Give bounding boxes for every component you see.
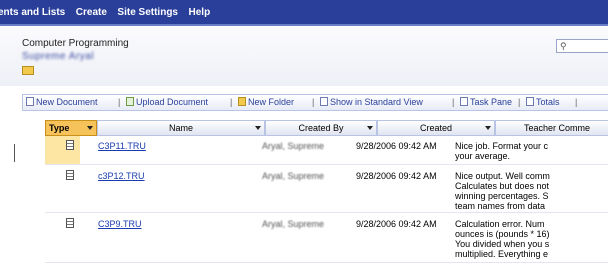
chevron-down-icon[interactable] xyxy=(485,126,491,130)
task-pane-icon xyxy=(460,97,468,106)
top-navigation-bar: ents and Lists Create Site Settings Help xyxy=(0,0,608,26)
created-date: 9/28/2006 09:42 AM xyxy=(356,171,437,181)
grid-view-icon xyxy=(320,97,328,106)
task-pane-label: Task Pane xyxy=(470,97,513,107)
toolbar-separator: | xyxy=(312,97,315,107)
chevron-down-icon[interactable] xyxy=(367,126,373,130)
created-by: Aryal, Supreme xyxy=(262,219,325,229)
teacher-comment: Nice output. Well comm Calculates but do… xyxy=(455,171,550,211)
standard-view-button[interactable]: Show in Standard View xyxy=(320,97,423,107)
totals-button[interactable]: Totals xyxy=(526,97,560,107)
new-document-label: New Document xyxy=(36,97,98,107)
nav-help[interactable]: Help xyxy=(189,7,211,18)
created-date: 9/28/2006 09:42 AM xyxy=(356,141,437,151)
created-by: Aryal, Supreme xyxy=(262,171,325,181)
site-header: Computer Programming Supreme Aryal ⚲ xyxy=(0,26,608,86)
nav-site-settings[interactable]: Site Settings xyxy=(117,7,178,18)
created-by: Aryal, Supreme xyxy=(262,141,325,151)
nav-documents-and-lists[interactable]: ents and Lists xyxy=(0,7,65,18)
new-folder-button[interactable]: New Folder xyxy=(238,97,294,107)
standard-view-label: Show in Standard View xyxy=(330,97,423,107)
upload-document-button[interactable]: Upload Document xyxy=(126,97,208,107)
search-input[interactable]: ⚲ xyxy=(556,39,608,53)
task-pane-button[interactable]: Task Pane xyxy=(460,97,512,107)
new-folder-label: New Folder xyxy=(248,97,295,107)
type-cell xyxy=(45,166,80,212)
user-name: Supreme Aryal xyxy=(22,51,95,62)
table-row[interactable]: C3P11.TRU Aryal, Supreme 9/28/2006 09:42… xyxy=(45,136,608,165)
column-header-created-by[interactable]: Created By xyxy=(265,120,377,136)
teacher-comment: Nice job. Format your c your average. xyxy=(455,141,549,161)
chevron-down-icon[interactable] xyxy=(255,126,261,130)
toolbar-separator: | xyxy=(518,97,521,107)
created-date: 9/28/2006 09:42 AM xyxy=(356,219,437,229)
file-name-link[interactable]: c3P12.TRU xyxy=(98,171,145,181)
file-name-link[interactable]: C3P11.TRU xyxy=(98,141,146,151)
left-divider xyxy=(14,144,15,162)
new-folder-icon xyxy=(238,97,246,106)
type-cell xyxy=(45,214,80,262)
upload-document-label: Upload Document xyxy=(136,97,209,107)
table-row[interactable]: C3P9.TRU Aryal, Supreme 9/28/2006 09:42 … xyxy=(45,214,608,263)
file-name-link[interactable]: C3P9.TRU xyxy=(98,219,142,229)
totals-icon xyxy=(526,97,534,106)
teacher-comment: Calculation error. Num ounces is (pounds… xyxy=(455,219,550,259)
nav-create[interactable]: Create xyxy=(76,7,107,18)
column-header-teacher-comments[interactable]: Teacher Comme xyxy=(495,120,608,136)
top-nav-items: ents and Lists Create Site Settings Help xyxy=(0,7,218,18)
totals-label: Totals xyxy=(536,97,560,107)
table-row[interactable]: c3P12.TRU Aryal, Supreme 9/28/2006 09:42… xyxy=(45,166,608,213)
new-document-button[interactable]: New Document xyxy=(26,97,98,107)
folder-icon xyxy=(22,66,34,75)
chevron-down-icon[interactable] xyxy=(87,126,93,130)
site-title: Computer Programming xyxy=(22,38,129,49)
toolbar-separator: | xyxy=(230,97,233,107)
column-header-name[interactable]: Name xyxy=(97,120,265,136)
upload-icon xyxy=(126,97,134,106)
toolbar-separator: | xyxy=(118,97,121,107)
column-header-type[interactable]: Type xyxy=(45,120,97,136)
column-header-created[interactable]: Created xyxy=(377,120,495,136)
document-icon xyxy=(66,170,74,180)
new-document-icon xyxy=(26,97,34,106)
toolbar-separator: | xyxy=(452,97,455,107)
document-icon xyxy=(66,140,74,150)
type-cell xyxy=(45,136,80,164)
toolbar-separator: | xyxy=(575,97,578,107)
search-icon[interactable]: ⚲ xyxy=(560,41,567,52)
document-toolbar: New Document | Upload Document | New Fol… xyxy=(22,94,608,111)
document-icon xyxy=(66,218,74,228)
